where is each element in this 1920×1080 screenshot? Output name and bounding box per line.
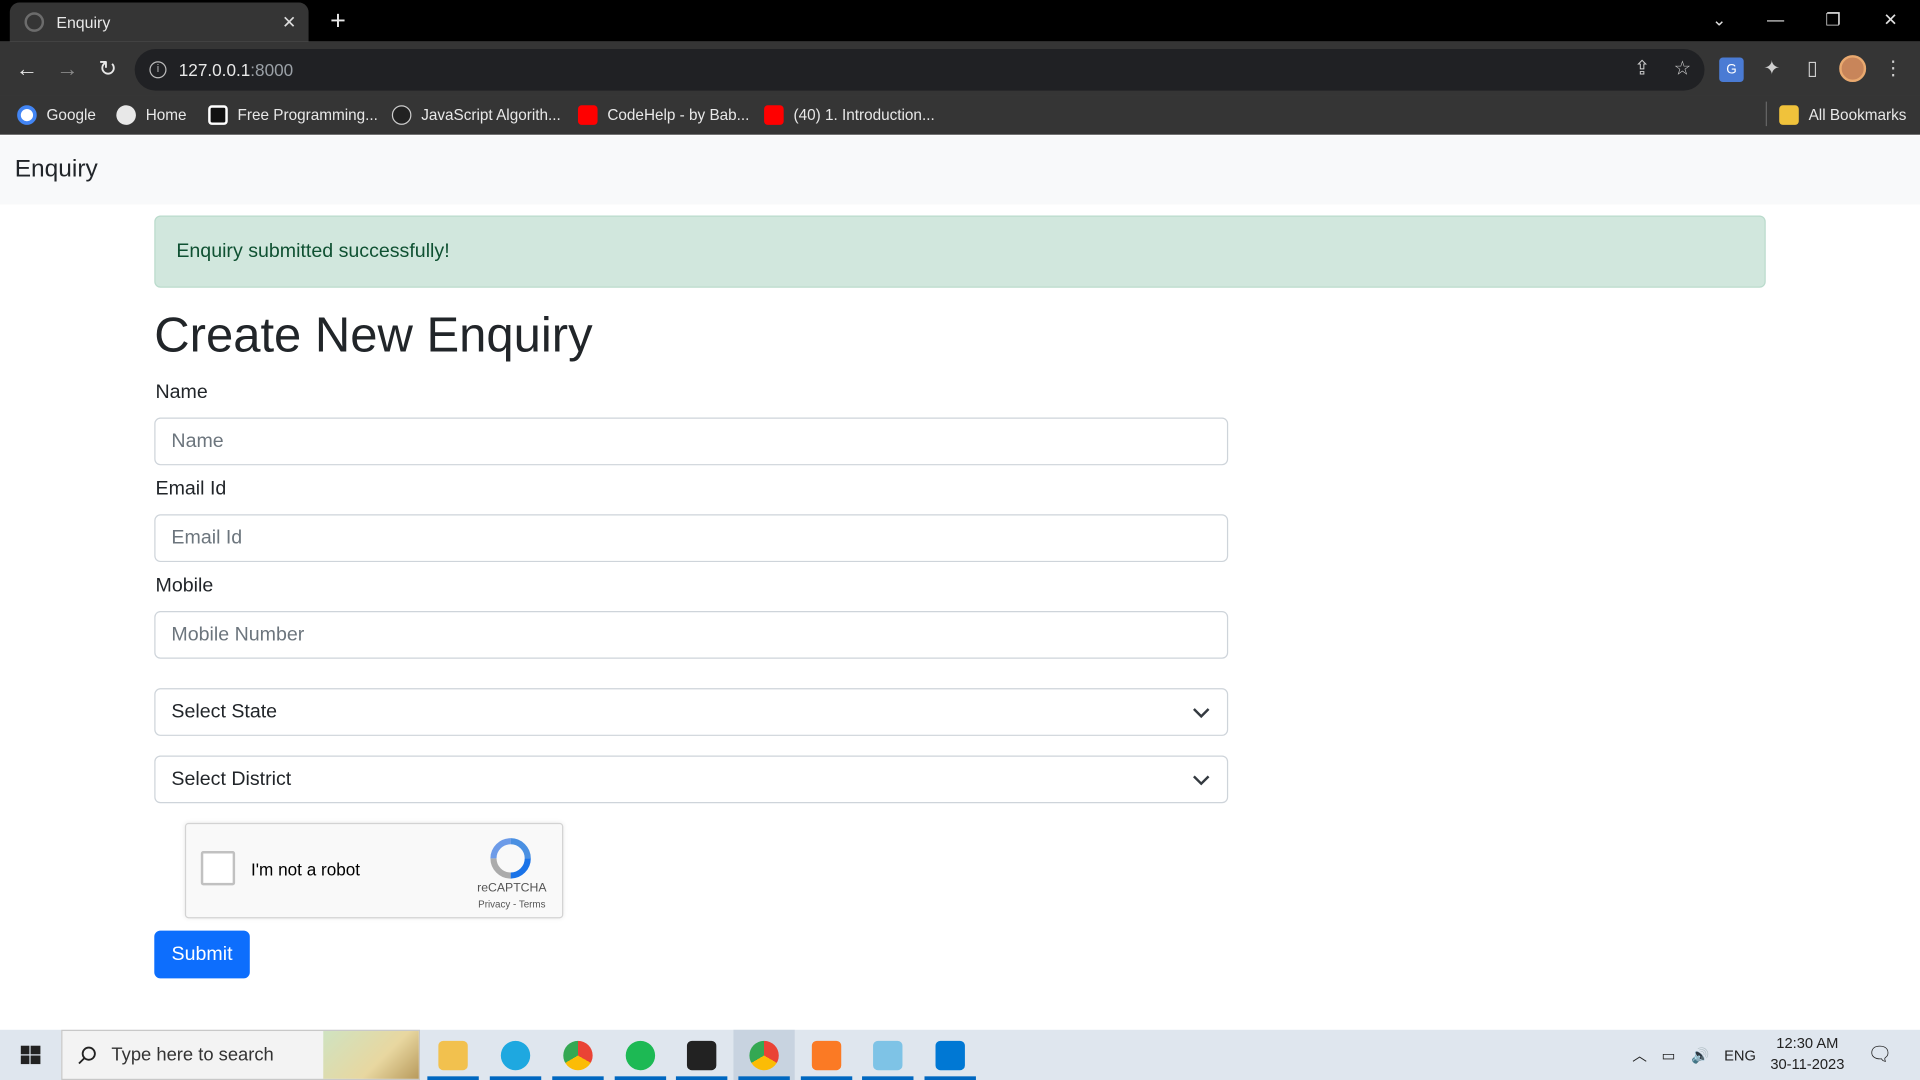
all-bookmarks[interactable]: All Bookmarks: [1779, 102, 1906, 129]
district-select[interactable]: Select District: [154, 755, 1229, 804]
vscode-icon[interactable]: [920, 1030, 981, 1080]
battery-icon[interactable]: ▭: [1662, 1044, 1676, 1066]
tab-title: Enquiry: [56, 12, 111, 32]
navbar-brand[interactable]: Enquiry: [15, 156, 98, 184]
terminal-icon[interactable]: [671, 1030, 732, 1080]
globe-icon: [24, 12, 45, 32]
bookmarks-divider: [1765, 101, 1767, 127]
close-tab-icon[interactable]: ✕: [282, 12, 296, 33]
spotify-icon[interactable]: [610, 1030, 671, 1080]
taskbar-clock[interactable]: 12:30 AM 30-11-2023: [1763, 1033, 1851, 1075]
folder-icon: [1779, 105, 1799, 125]
mobile-label: Mobile: [155, 575, 214, 597]
forward-button[interactable]: →: [50, 51, 84, 85]
chrome-icon[interactable]: [547, 1030, 608, 1080]
bookmark-label: Free Programming...: [237, 106, 378, 124]
bookmark-star-icon[interactable]: ☆: [1670, 58, 1694, 82]
profile-avatar[interactable]: [1839, 55, 1867, 83]
minimize-button[interactable]: —: [1747, 0, 1803, 39]
browser-tab[interactable]: Enquiry ✕: [9, 2, 309, 42]
close-window-button[interactable]: ✕: [1862, 0, 1918, 39]
bookmark-free-programming[interactable]: Free Programming...: [208, 102, 378, 129]
bookmark-label: Google: [46, 106, 96, 124]
chevron-down-icon: [1193, 774, 1210, 785]
extensions-icon[interactable]: ✦: [1760, 58, 1784, 82]
bookmark-introduction[interactable]: (40) 1. Introduction...: [764, 102, 935, 129]
clock-time: 12:30 AM: [1776, 1034, 1839, 1052]
bookmark-google[interactable]: Google: [17, 102, 96, 129]
taskbar-search-box[interactable]: Type here to search: [61, 1029, 421, 1080]
side-panel-icon[interactable]: ▯: [1800, 58, 1824, 82]
bookmark-label: Home: [145, 106, 187, 124]
all-bookmarks-label: All Bookmarks: [1808, 106, 1907, 124]
site-info-icon[interactable]: i: [149, 61, 167, 79]
state-select[interactable]: Select State: [154, 688, 1229, 736]
page-navbar: [0, 135, 1920, 205]
youtube-icon: [764, 105, 784, 125]
chrome-profile-icon[interactable]: [733, 1029, 795, 1080]
name-label: Name: [155, 382, 208, 403]
restore-button[interactable]: ❐: [1805, 0, 1861, 39]
xampp-icon[interactable]: [796, 1030, 857, 1080]
search-icon: [78, 1046, 96, 1064]
recaptcha-links[interactable]: Privacy - Terms: [465, 899, 558, 910]
bookmark-label: CodeHelp - by Bab...: [607, 106, 750, 124]
email-input[interactable]: [154, 514, 1229, 563]
mobile-input[interactable]: [154, 611, 1229, 659]
globe-icon: [116, 105, 136, 125]
windows-start-icon[interactable]: [0, 1030, 61, 1080]
bookmark-codehelp[interactable]: CodeHelp - by Bab...: [577, 102, 750, 129]
share-icon[interactable]: ⇪: [1630, 58, 1654, 82]
clock-date: 30-11-2023: [1770, 1055, 1845, 1073]
tray-chevron-icon[interactable]: ︿: [1632, 1044, 1647, 1066]
notepad-icon[interactable]: [857, 1030, 918, 1080]
language-indicator[interactable]: ENG: [1724, 1044, 1756, 1066]
file-explorer-icon[interactable]: [422, 1030, 483, 1080]
url-host: 127.0.0.1: [178, 60, 251, 80]
translate-extension-icon[interactable]: G: [1719, 57, 1744, 83]
bookmark-javascript[interactable]: JavaScript Algorith...: [391, 102, 561, 129]
district-select-value: Select District: [171, 768, 292, 790]
email-label: Email Id: [155, 478, 227, 500]
recaptcha-logo-icon: [490, 838, 531, 879]
volume-icon[interactable]: 🔊: [1691, 1044, 1709, 1066]
search-highlight-icon: [323, 1031, 419, 1079]
bookmark-label: (40) 1. Introduction...: [793, 106, 935, 124]
menu-kebab-icon[interactable]: ⋮: [1881, 58, 1905, 82]
google-icon: [17, 105, 37, 125]
codecamp-icon: [391, 105, 412, 125]
tab-search-icon[interactable]: ⌄: [1691, 0, 1747, 39]
chevron-down-icon: [1193, 707, 1210, 718]
success-alert: Enquiry submitted successfully!: [154, 215, 1766, 288]
recaptcha-checkbox[interactable]: [200, 851, 236, 886]
alert-message: Enquiry submitted successfully!: [176, 241, 450, 263]
new-tab-button[interactable]: +: [321, 4, 355, 38]
bookmark-label: JavaScript Algorith...: [421, 106, 561, 124]
submit-button[interactable]: Submit: [154, 930, 250, 979]
back-button[interactable]: ←: [10, 51, 44, 85]
url-port: :8000: [250, 60, 294, 80]
name-input[interactable]: [154, 417, 1229, 466]
notification-icon[interactable]: 🗨: [1867, 1044, 1892, 1066]
taskbar-search-placeholder: Type here to search: [111, 1044, 274, 1066]
youtube-icon: [577, 105, 598, 125]
page-title: Create New Enquiry: [154, 308, 593, 363]
state-select-value: Select State: [171, 701, 278, 722]
edge-icon[interactable]: [485, 1030, 546, 1080]
fcc-icon: [208, 105, 228, 125]
bookmark-home[interactable]: Home: [116, 102, 187, 129]
recaptcha-brand: reCAPTCHA: [477, 881, 547, 896]
reload-button[interactable]: ↻: [91, 51, 125, 85]
address-bar[interactable]: i 127.0.0.1 :8000: [134, 48, 1705, 91]
recaptcha-label: I'm not a robot: [251, 859, 361, 880]
